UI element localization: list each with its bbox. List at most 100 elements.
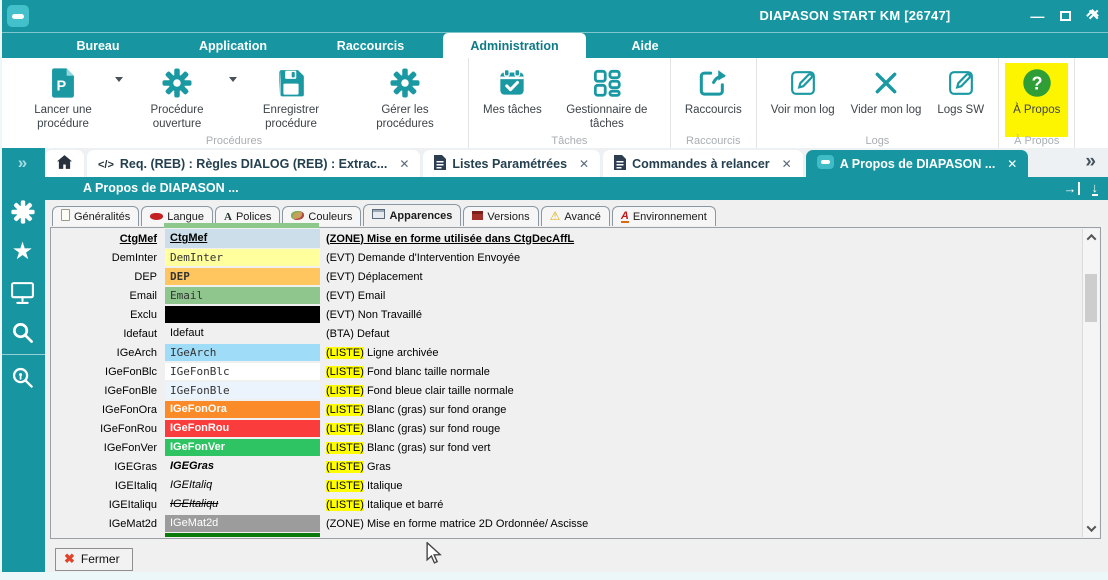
table-row-igefonora[interactable]: IGeFonOraIGeFonOra(LISTE) Blanc (gras) s…: [52, 400, 1081, 419]
row-sample-cell: IGeFonRou: [165, 420, 320, 437]
about-content: GénéralitésLangueAPolicesCouleursApparen…: [45, 200, 1108, 545]
menu-bureau[interactable]: Bureau: [28, 33, 168, 58]
style-sample: Idefaut: [165, 325, 320, 342]
mes-taches-button[interactable]: Mes tâches: [475, 63, 550, 117]
sidebar-divider: [0, 354, 45, 355]
sidebar-item-helm-icon[interactable]: [0, 192, 45, 232]
row-sample-cell: IGeFonBlc: [165, 363, 320, 380]
table-row-igefonrou[interactable]: IGeFonRouIGeFonRou(LISTE) Blanc (gras) s…: [52, 419, 1081, 438]
raccourcis-button[interactable]: Raccourcis: [677, 63, 750, 117]
ribbon-button-label: Enregistrer procédure: [242, 103, 340, 131]
appearance-table: CtgMef CtgMef (ZONE) Mise en forme utili…: [52, 229, 1081, 537]
sidebar-item-search-location-icon[interactable]: [0, 357, 45, 397]
vertical-scrollbar[interactable]: [1082, 229, 1099, 537]
lips-icon: [150, 211, 163, 223]
row-description: (LISTE) Blanc (gras) sur fond rouge: [320, 423, 500, 435]
tab-overflow-icon[interactable]: »: [1085, 151, 1096, 173]
row-name: IGeFonVer: [52, 442, 165, 454]
procedure-ouverture-button[interactable]: Procédure ouverture: [120, 63, 234, 131]
description-prefix: (LISTE): [326, 347, 364, 359]
tab-avance[interactable]: ⚠Avancé: [541, 206, 610, 226]
table-row-email[interactable]: EmailEmail(EVT) Email: [52, 286, 1081, 305]
warning-icon: ⚠: [550, 210, 561, 223]
tab-listes-parametrees[interactable]: Listes Paramétrées✕: [423, 150, 600, 177]
env-icon: A: [621, 210, 629, 223]
gestionnaire-de-taches-button[interactable]: Gestionnaire de tâches: [550, 63, 664, 131]
table-row-igeitaliq[interactable]: IGEItaliqIGEItaliq(LISTE) Italique: [52, 476, 1081, 495]
menu-aide[interactable]: Aide: [586, 33, 704, 58]
ribbon-group-label: Tâches: [469, 135, 670, 147]
tab-apparences[interactable]: Apparences: [363, 204, 461, 226]
tab-close-icon[interactable]: ✕: [1007, 157, 1017, 171]
menu-application[interactable]: Application: [168, 33, 298, 58]
table-row-idefaut[interactable]: IdefautIdefaut(BTA) Defaut: [52, 324, 1081, 343]
a-propos-button[interactable]: ?À Propos: [1005, 63, 1068, 137]
document-header-title: A Propos de DIAPASON ...: [83, 181, 239, 195]
minimize-button[interactable]: —: [1030, 7, 1044, 25]
app-icon[interactable]: [7, 5, 29, 27]
ribbon-group-label: Procédures: [0, 135, 468, 147]
lancer-une-procedure-button[interactable]: PLancer une procédure: [6, 63, 120, 131]
table-row-deminter[interactable]: DemInterDemInter(EVT) Demande d'Interven…: [52, 248, 1081, 267]
row-description: (EVT) Non Travaillé: [320, 309, 422, 321]
fermer-button[interactable]: ✖ Fermer: [55, 548, 133, 571]
tab-home[interactable]: [45, 150, 84, 177]
code-icon: </>: [98, 157, 114, 171]
pencil-square-icon: [948, 65, 974, 101]
ribbon-group-raccourcis: RaccourcisRaccourcis: [671, 58, 757, 148]
window-icon: [372, 209, 385, 222]
row-sample-cell: Email: [165, 287, 320, 304]
gear-icon: [390, 65, 420, 101]
scroll-end-icon[interactable]: →: [1064, 182, 1080, 195]
tab-environnement[interactable]: AEnvironnement: [612, 206, 716, 226]
tab-label: Versions: [487, 211, 529, 223]
tab-a-propos-de-diapason[interactable]: A Propos de DIAPASON ...✕: [806, 150, 1029, 177]
menu-administration[interactable]: Administration: [443, 33, 586, 58]
tab-generalites[interactable]: Généralités: [52, 206, 139, 226]
table-row-igegras[interactable]: IGEGrasIGEGras(LISTE) Gras: [52, 457, 1081, 476]
row-sample-cell: Idefaut: [165, 325, 320, 342]
sidebar-item-search-icon[interactable]: [0, 312, 45, 352]
sidebar-item-monitor-icon[interactable]: [0, 272, 45, 312]
tab-versions[interactable]: Versions: [463, 206, 538, 226]
header-sample: CtgMef: [165, 229, 320, 248]
scroll-up-icon[interactable]: [1083, 229, 1099, 246]
table-row-igearch[interactable]: IGeArchIGeArch(LISTE) Ligne archivée: [52, 343, 1081, 362]
scroll-down-icon[interactable]: [1083, 520, 1099, 537]
tab-close-icon[interactable]: ✕: [399, 157, 409, 171]
titlebar: DIAPASON START KM [26747] — ✕: [0, 0, 1108, 32]
column-highlight-top: [164, 223, 319, 228]
menu-raccourcis[interactable]: Raccourcis: [298, 33, 443, 58]
ribbon-button-label: Vider mon log: [851, 103, 922, 117]
ribbon-button-label: À Propos: [1013, 103, 1060, 117]
scrollbar-thumb[interactable]: [1085, 274, 1097, 322]
style-sample: IGEItaliq: [165, 477, 320, 494]
tab-close-icon[interactable]: ✕: [579, 157, 589, 171]
tab-req-reb-regles-dialog-reb-extrac[interactable]: </>Req. (REB) : Règles DIALOG (REB) : Ex…: [87, 150, 420, 177]
window-title: DIAPASON START KM [26747]: [660, 8, 1050, 23]
voir-mon-log-button[interactable]: Voir mon log: [763, 63, 843, 117]
sidebar-expand-icon[interactable]: »: [0, 148, 45, 192]
table-row-igefonver[interactable]: IGeFonVerIGeFonVer(LISTE) Blanc (gras) s…: [52, 438, 1081, 457]
page-icon: [61, 209, 70, 224]
table-row-igeitaliqu[interactable]: IGEItaliquIGEItaliqu(LISTE) Italique et …: [52, 495, 1081, 514]
table-row-igefonblc[interactable]: IGeFonBlcIGeFonBlc(LISTE) Fond blanc tai…: [52, 362, 1081, 381]
collapse-down-icon[interactable]: ↓: [1092, 181, 1099, 196]
sidebar-item-star-icon[interactable]: ★: [0, 232, 45, 272]
row-sample-cell: DemInter: [165, 249, 320, 266]
tab-commandes-a-relancer[interactable]: Commandes à relancer✕: [603, 150, 803, 177]
tab-close-icon[interactable]: ✕: [782, 157, 792, 171]
tab-label: Langue: [167, 211, 204, 223]
gerer-les-procedures-button[interactable]: Gérer les procédures: [348, 63, 462, 131]
enregistrer-procedure-button[interactable]: Enregistrer procédure: [234, 63, 348, 131]
logs-sw-button[interactable]: Logs SW: [929, 63, 992, 117]
vider-mon-log-button[interactable]: Vider mon log: [843, 63, 930, 117]
maximize-button[interactable]: [1060, 11, 1071, 21]
table-row-exclu[interactable]: ExcluExclu(EVT) Non Travaillé: [52, 305, 1081, 324]
ribbon-button-label: Voir mon log: [771, 103, 835, 117]
table-row-igefonble[interactable]: IGeFonBleIGeFonBle(LISTE) Fond bleue cla…: [52, 381, 1081, 400]
collapse-ribbon-icon[interactable]: [1087, 9, 1096, 18]
ribbon-group-logs: Voir mon logVider mon logLogs SWLogs: [757, 58, 999, 148]
table-row-igemat2d[interactable]: IGeMat2dIGeMat2d(ZONE) Mise en forme mat…: [52, 514, 1081, 533]
table-row-dep[interactable]: DEPDEP(EVT) Déplacement: [52, 267, 1081, 286]
